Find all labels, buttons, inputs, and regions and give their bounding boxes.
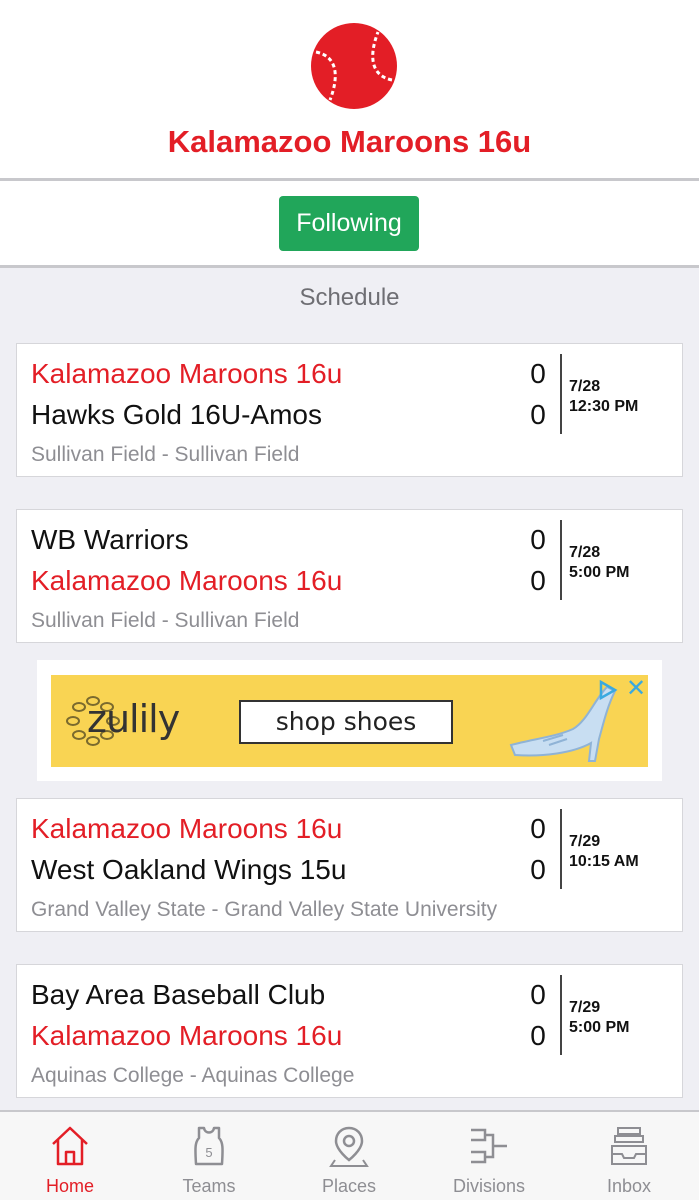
team1-score: 0 — [530, 358, 546, 389]
game-time: 10:15 AM — [569, 853, 639, 870]
game-date: 7/28 — [569, 544, 601, 561]
game-date: 7/29 — [569, 833, 601, 850]
divider — [560, 809, 562, 889]
game-location: Sullivan Field - Sullivan Field — [31, 609, 300, 632]
ad-choices-icon[interactable] — [597, 679, 619, 701]
divider — [0, 265, 699, 268]
tab-label: Places — [321, 1176, 377, 1196]
away-team-name: Kalamazoo Maroons 16u — [31, 565, 343, 596]
game-card[interactable]: WB Warriors Kalamazoo Maroons 16u 0 0 7/… — [16, 509, 683, 643]
jersey-icon: 5 — [194, 1126, 224, 1166]
game-location: Sullivan Field - Sullivan Field — [31, 443, 300, 466]
divider — [560, 354, 562, 434]
game-time: 5:00 PM — [569, 564, 630, 581]
game-location: Aquinas College - Aquinas College — [31, 1064, 355, 1087]
baseball-icon — [311, 23, 397, 109]
team2-score: 0 — [530, 1020, 546, 1051]
schedule-heading: Schedule — [299, 284, 400, 311]
tab-label: Home — [45, 1176, 94, 1196]
home-team-name: WB Warriors — [31, 524, 189, 555]
game-card[interactable]: Kalamazoo Maroons 16u Hawks Gold 16U-Amo… — [16, 343, 683, 477]
home-team-name: Bay Area Baseball Club — [31, 979, 326, 1010]
divider — [560, 520, 562, 600]
bottom-tab-bar: Home 5 Teams Places Divisions Inbox — [0, 1110, 699, 1200]
home-team-name: Kalamazoo Maroons 16u — [31, 358, 343, 389]
svg-text:5: 5 — [205, 1145, 212, 1160]
divider — [560, 975, 562, 1055]
inbox-tray-icon — [611, 1127, 647, 1165]
tab-inbox[interactable]: Inbox — [559, 1112, 699, 1200]
ad-banner[interactable]: zulily shop shoes ✕ — [37, 660, 662, 781]
bracket-icon — [471, 1128, 507, 1164]
tab-divisions[interactable]: Divisions — [419, 1112, 559, 1200]
game-time: 5:00 PM — [569, 1019, 630, 1036]
team2-score: 0 — [530, 854, 546, 885]
game-time: 12:30 PM — [569, 398, 639, 415]
game-date: 7/28 — [569, 378, 601, 395]
team1-score: 0 — [530, 813, 546, 844]
tab-label: Teams — [182, 1176, 236, 1196]
game-card[interactable]: Kalamazoo Maroons 16u West Oakland Wings… — [16, 798, 683, 932]
game-card[interactable]: Bay Area Baseball Club Kalamazoo Maroons… — [16, 964, 683, 1098]
close-icon[interactable]: ✕ — [625, 677, 647, 701]
ad-brand: zulily — [87, 697, 180, 741]
tab-places[interactable]: Places — [279, 1112, 419, 1200]
team1-score: 0 — [530, 524, 546, 555]
ad-creative[interactable]: zulily shop shoes ✕ — [51, 675, 648, 767]
team2-score: 0 — [530, 399, 546, 430]
game-location: Grand Valley State - Grand Valley State … — [31, 898, 498, 921]
tab-teams[interactable]: 5 Teams — [139, 1112, 279, 1200]
game-date: 7/29 — [569, 999, 601, 1016]
away-team-name: Hawks Gold 16U-Amos — [31, 399, 322, 430]
following-button[interactable]: Following — [279, 196, 419, 251]
home-team-name: Kalamazoo Maroons 16u — [31, 813, 343, 844]
ad-cta-button[interactable]: shop shoes — [239, 700, 453, 744]
away-team-name: Kalamazoo Maroons 16u — [31, 1020, 343, 1051]
map-pin-icon — [329, 1126, 369, 1167]
follow-bar: Following — [0, 181, 699, 265]
away-team-name: West Oakland Wings 15u — [31, 854, 347, 885]
tab-label: Divisions — [452, 1176, 526, 1196]
tab-label: Inbox — [606, 1176, 652, 1196]
team2-score: 0 — [530, 565, 546, 596]
team-header: Kalamazoo Maroons 16u — [0, 0, 699, 178]
team1-score: 0 — [530, 979, 546, 1010]
page-title: Kalamazoo Maroons 16u — [167, 124, 532, 159]
tab-home[interactable]: Home — [0, 1112, 140, 1200]
home-icon — [52, 1126, 88, 1166]
